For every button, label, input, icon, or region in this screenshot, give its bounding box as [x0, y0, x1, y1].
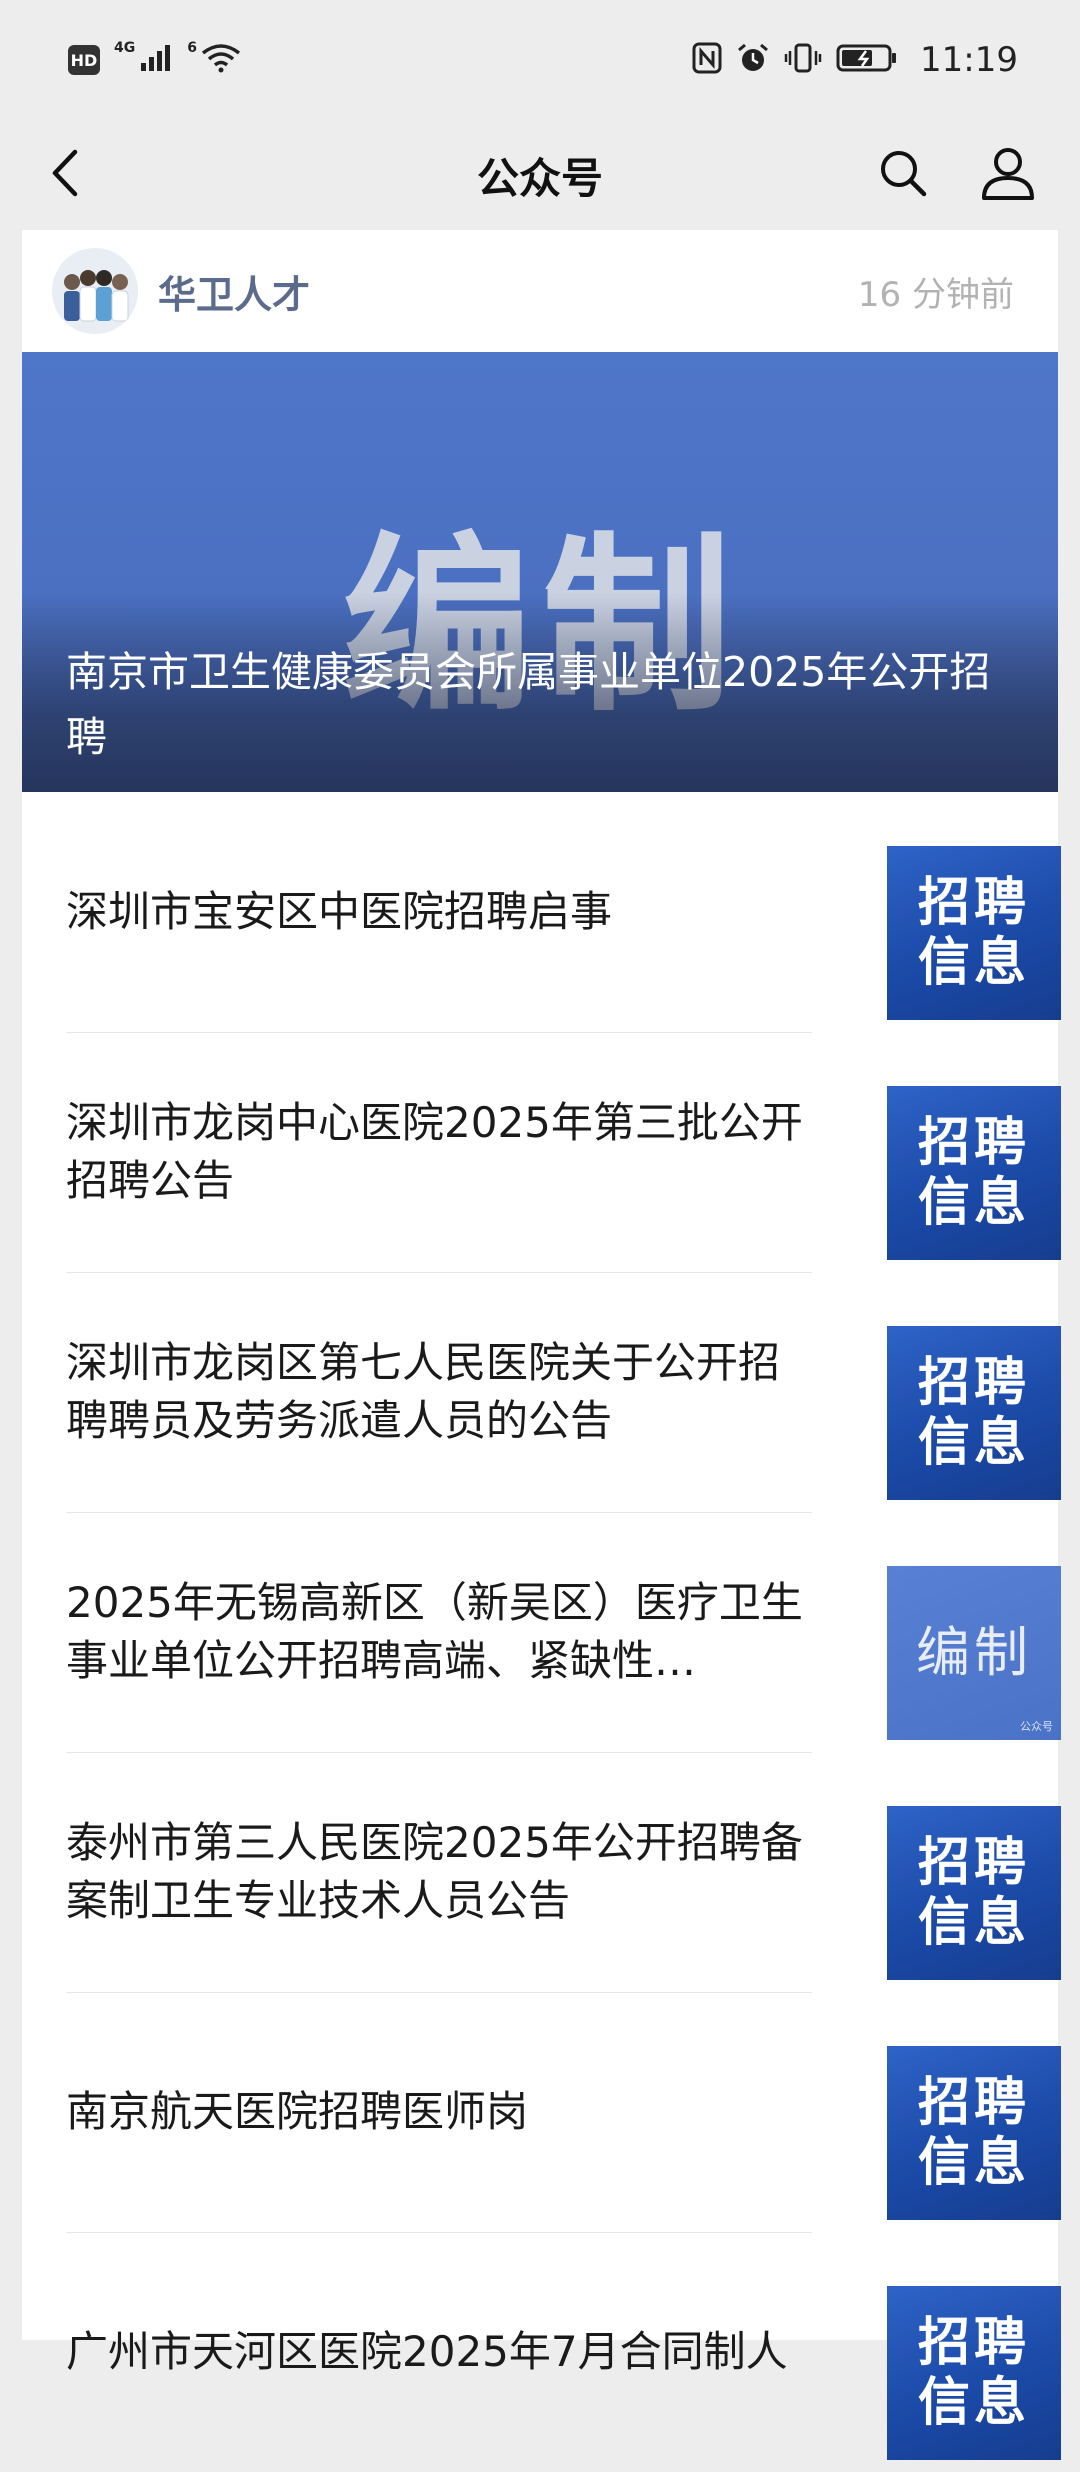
status-bar: HD 4G 6 11:19 [0, 0, 1080, 120]
article-title: 深圳市龙岗区第七人民医院关于公开招聘聘员及劳务派遣人员的公告 [66, 1338, 781, 1445]
wifi-version-label: 6 [187, 40, 197, 56]
thumbnail-text-line2: 信息 [917, 2373, 1030, 2433]
article-title: 南京航天医院招聘医师岗 [66, 2087, 529, 2136]
page-title: 公众号 [476, 153, 603, 203]
thumbnail-text-line2: 信息 [917, 1893, 1030, 1953]
article-thumbnail: 招聘 信息 [887, 1086, 1061, 1260]
article-thumbnail: 招聘 信息 [887, 1806, 1061, 1980]
article-item[interactable]: 深圳市宝安区中医院招聘启事 招聘 信息 [66, 792, 1061, 1032]
article-title: 泰州市第三人民医院2025年公开招聘备案制卫生专业技术人员公告 [66, 1818, 803, 1925]
article-item[interactable]: 2025年无锡高新区（新吴区）医疗卫生事业单位公开招聘高端、紧缺性… 编制 公众… [66, 1512, 1061, 1752]
thumbnail-text-line2: 信息 [917, 2133, 1030, 2193]
article-thumbnail: 招聘 信息 [887, 1326, 1061, 1500]
article-thumbnail: 编制 公众号 [887, 1566, 1061, 1740]
vibrate-icon [784, 42, 822, 78]
thumbnail-text-line2: 信息 [917, 1413, 1030, 1473]
article-item[interactable]: 深圳市龙岗区第七人民医院关于公开招聘聘员及劳务派遣人员的公告 招聘 信息 [66, 1272, 1061, 1512]
nav-bar: 公众号 [0, 120, 1080, 230]
account-name[interactable]: 华卫人才 [158, 264, 858, 319]
article-item[interactable]: 广州市天河区医院2025年7月合同制人 招聘 信息 [66, 2232, 1061, 2472]
hd-badge: HD [68, 45, 100, 75]
status-left: HD 4G 6 [68, 40, 241, 77]
search-button[interactable] [870, 142, 936, 208]
thumbnail-text-line2: 信息 [917, 1173, 1030, 1233]
thumbnail-text-line1: 招聘 [917, 873, 1030, 933]
status-right: 11:19 [692, 40, 1018, 80]
post-time: 16 分钟前 [857, 274, 1014, 315]
article-item[interactable]: 深圳市龙岗中心医院2025年第三批公开招聘公告 招聘 信息 [66, 1032, 1061, 1272]
thumbnail-text-line1: 招聘 [917, 1833, 1030, 1893]
thumbnail-text-line1: 招聘 [917, 2313, 1030, 2373]
wifi-icon [201, 43, 241, 77]
thumbnail-text-line1: 招聘 [917, 2073, 1030, 2133]
article-title: 深圳市宝安区中医院招聘启事 [66, 887, 613, 936]
article-item[interactable]: 泰州市第三人民医院2025年公开招聘备案制卫生专业技术人员公告 招聘 信息 [66, 1752, 1061, 1992]
thumbnail-text-line1: 招聘 [917, 1113, 1030, 1173]
back-button[interactable] [32, 142, 98, 208]
nfc-icon [692, 42, 722, 78]
cover-article-title: 南京市卫生健康委员会所属事业单位2025年公开招聘 [66, 648, 991, 761]
thumbnail-text-line1: 招聘 [917, 1353, 1030, 1413]
cover-article[interactable]: 编制 南京市卫生健康委员会所属事业单位2025年公开招聘 [22, 352, 1058, 792]
thumbnail-watermark: 公众号 [1020, 1720, 1053, 1733]
avatar[interactable] [52, 248, 138, 334]
network-type-label: 4G [114, 40, 136, 56]
message-card: 华卫人才 16 分钟前 编制 南京市卫生健康委员会所属事业单位2025年公开招聘… [22, 230, 1061, 2460]
account-header[interactable]: 华卫人才 16 分钟前 [22, 230, 1058, 352]
article-title: 深圳市龙岗中心医院2025年第三批公开招聘公告 [66, 1098, 803, 1205]
chevron-left-icon [50, 148, 80, 202]
signal-icon [139, 43, 173, 77]
article-item[interactable]: 南京航天医院招聘医师岗 招聘 信息 [66, 1992, 1061, 2232]
person-icon [980, 146, 1036, 204]
article-thumbnail: 招聘 信息 [887, 2286, 1061, 2460]
search-icon [878, 148, 928, 202]
article-title: 广州市天河区医院2025年7月合同制人 [66, 2327, 788, 2376]
clock: 11:19 [920, 40, 1018, 80]
profile-button[interactable] [975, 142, 1041, 208]
thumbnail-text-line1: 编制 [916, 1621, 1032, 1684]
article-thumbnail: 招聘 信息 [887, 2046, 1061, 2220]
article-thumbnail: 招聘 信息 [887, 846, 1061, 1020]
thumbnail-text-line2: 信息 [917, 933, 1030, 993]
article-list: 深圳市宝安区中医院招聘启事 招聘 信息 深圳市龙岗中心医院2025年第三批公开招… [22, 792, 1061, 2472]
battery-icon [836, 43, 898, 77]
article-title: 2025年无锡高新区（新吴区）医疗卫生事业单位公开招聘高端、紧缺性… [66, 1578, 803, 1685]
alarm-icon [736, 42, 770, 78]
